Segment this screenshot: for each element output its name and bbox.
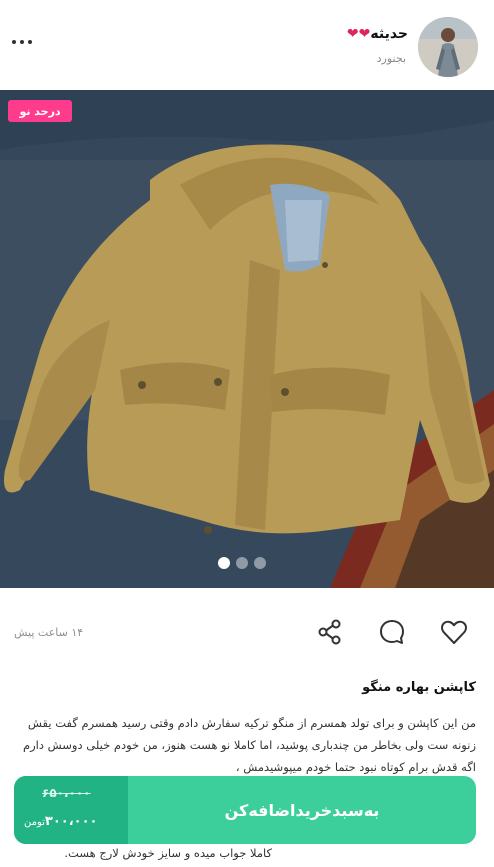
like-button[interactable] xyxy=(438,616,470,648)
price-box: ۶۵۰،۰۰۰ ۳۰۰،۰۰۰تومن xyxy=(14,776,128,844)
add-to-cart-button[interactable]: به‌سبدخریداضافه‌کن xyxy=(128,776,476,844)
heart-icon xyxy=(441,620,467,644)
post-description-tail: کاملا جواب میده و سایز خودش لارج هست. xyxy=(64,846,272,860)
more-options-icon[interactable] xyxy=(10,30,34,54)
seller-name[interactable]: حدیثه❤❤ xyxy=(347,26,408,42)
post-description: من این کاپشن و برای تولد همسرم از منگو ت… xyxy=(22,716,476,774)
comment-button[interactable] xyxy=(376,616,408,648)
comment-icon xyxy=(380,620,404,644)
new-price-value: ۳۰۰،۰۰۰ xyxy=(44,814,98,829)
post-header: حدیثه❤❤ بجنورد xyxy=(0,0,494,90)
more-dot xyxy=(12,40,16,44)
pagination-dot[interactable] xyxy=(236,557,248,569)
new-price: ۳۰۰،۰۰۰تومن xyxy=(24,814,97,829)
currency-label: تومن xyxy=(24,817,45,828)
old-price: ۶۵۰،۰۰۰ xyxy=(42,786,91,800)
post-title: کاپشن بهاره منگو xyxy=(362,680,476,695)
more-dot xyxy=(28,40,32,44)
more-dot xyxy=(20,40,24,44)
seller-name-text: حدیثه xyxy=(370,26,408,42)
pagination-dot[interactable] xyxy=(254,557,266,569)
jacket-photo xyxy=(0,90,494,588)
seller-avatar[interactable] xyxy=(418,17,478,77)
condition-badge: درحد نو xyxy=(8,100,72,122)
add-to-cart-bar: ۶۵۰،۰۰۰ ۳۰۰،۰۰۰تومن به‌سبدخریداضافه‌کن xyxy=(14,776,476,844)
seller-city: بجنورد xyxy=(376,52,406,65)
share-icon xyxy=(318,619,341,645)
post-actions: ۱۴ ساعت پیش xyxy=(0,588,494,678)
hearts-icon: ❤❤ xyxy=(346,26,371,42)
share-button[interactable] xyxy=(314,616,346,648)
product-image[interactable] xyxy=(0,90,494,588)
image-pagination xyxy=(218,557,266,569)
avatar-photo-icon xyxy=(418,17,478,77)
post-time: ۱۴ ساعت پیش xyxy=(14,626,84,639)
pagination-dot-active[interactable] xyxy=(218,557,230,569)
